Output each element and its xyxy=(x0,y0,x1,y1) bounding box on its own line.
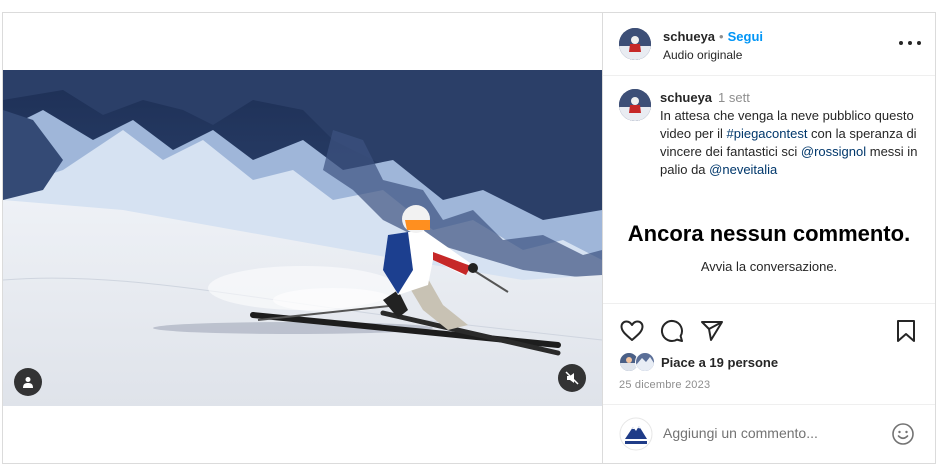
more-options-icon[interactable] xyxy=(899,35,921,51)
user-tag-icon xyxy=(23,377,33,388)
emoji-icon[interactable] xyxy=(891,422,915,446)
post-header: schueya • Segui Audio originale xyxy=(603,13,935,76)
comment-icon[interactable] xyxy=(659,318,685,344)
post-date[interactable]: 25 dicembre 2023 xyxy=(619,379,710,391)
comment-bar xyxy=(603,404,935,463)
media-pane xyxy=(3,13,602,463)
empty-comments-subtitle: Avvia la conversazione. xyxy=(700,259,838,274)
mention-link[interactable]: @neveitalia xyxy=(709,162,777,177)
post-dialog: schueya • Segui Audio originale schueya 1 s… xyxy=(2,12,936,464)
ski-video-frame xyxy=(3,70,602,406)
separator-dot: • xyxy=(719,29,724,44)
mention-link[interactable]: @rossignol xyxy=(801,144,866,159)
action-icons xyxy=(619,318,919,344)
caption-text: schueya 1 sett In attesa che venga la nev… xyxy=(660,89,925,179)
likes-count[interactable]: Piace a 19 persone xyxy=(661,355,778,370)
audio-muted-icon xyxy=(565,371,579,385)
post-sidebar: schueya • Segui Audio originale schueya 1 s… xyxy=(602,13,935,463)
bookmark-icon[interactable] xyxy=(893,318,919,344)
author-avatar[interactable] xyxy=(619,28,651,60)
liker-avatar xyxy=(635,352,655,372)
audio-label[interactable]: Audio originale xyxy=(663,48,763,62)
neveitalia-logo xyxy=(619,417,653,451)
follow-button[interactable]: Segui xyxy=(728,29,763,44)
author-info: schueya • Segui Audio originale xyxy=(663,29,763,62)
user-tags-button[interactable] xyxy=(14,368,42,396)
comment-input[interactable] xyxy=(663,421,883,445)
paper-plane-icon[interactable] xyxy=(699,318,725,344)
heart-icon[interactable] xyxy=(619,318,645,344)
hashtag-link[interactable]: #piegacontest xyxy=(726,126,807,141)
mute-button[interactable] xyxy=(558,364,586,392)
post-caption: schueya 1 sett In attesa che venga la nev… xyxy=(619,89,925,179)
empty-comments-title: Ancora nessun commento. xyxy=(627,221,911,246)
caption-time[interactable]: 1 sett xyxy=(718,90,750,105)
empty-comments: Ancora nessun commento. Avvia la convers… xyxy=(603,221,935,274)
caption-avatar[interactable] xyxy=(619,89,651,121)
caption-username[interactable]: schueya xyxy=(660,90,712,105)
author-username[interactable]: schueya xyxy=(663,29,715,44)
video-player[interactable] xyxy=(3,70,602,406)
likes-summary[interactable]: Piace a 19 persone xyxy=(619,352,778,372)
liker-avatars xyxy=(619,352,657,372)
